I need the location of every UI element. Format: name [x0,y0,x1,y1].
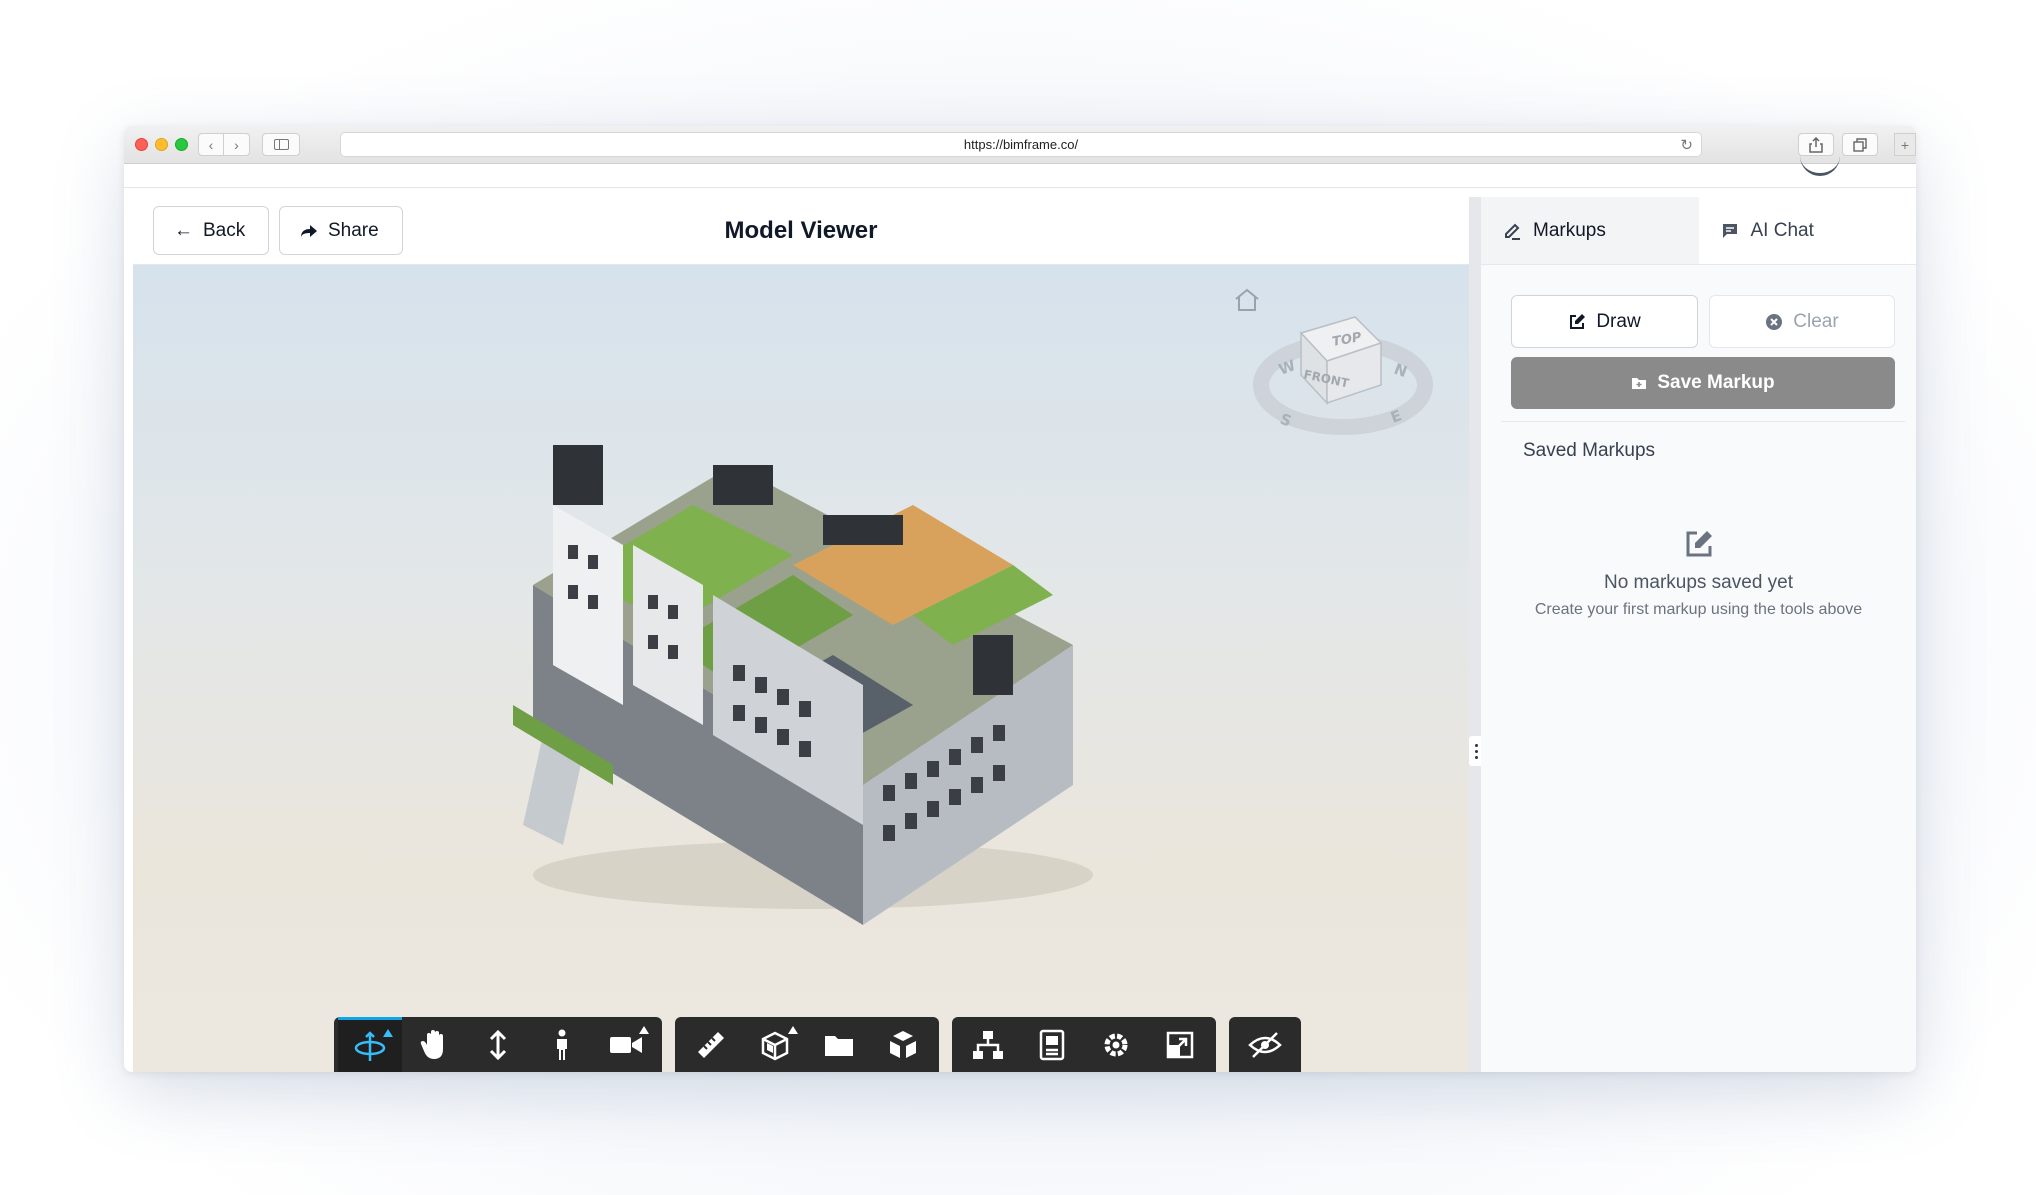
walk-tool-button[interactable] [530,1017,594,1072]
compass-n: N [1392,360,1410,381]
saved-markups-heading: Saved Markups [1523,440,1656,461]
plus-icon: + [1900,136,1910,153]
clear-circle-icon [1766,313,1783,330]
panel-splitter[interactable] [1469,197,1481,1072]
clear-button[interactable]: Clear [1709,295,1895,348]
url-text: https://bimframe.co/ [963,137,1079,152]
divider [1501,421,1905,422]
chat-icon [1722,223,1737,238]
camera-tool-button[interactable] [594,1017,658,1072]
tab-ai-chat-label: AI Chat [1750,219,1814,241]
section-icon [761,1031,789,1061]
settings-icon [1104,1033,1128,1057]
tab-markups[interactable]: Markups [1481,197,1699,264]
explode-tool-button[interactable] [871,1017,935,1072]
camera-icon [610,1037,642,1053]
browser-tabs-button[interactable] [1842,133,1878,156]
new-tab-button[interactable]: + [1894,133,1916,156]
submenu-indicator-icon [788,1026,798,1034]
reload-icon[interactable]: ↻ [1680,136,1693,154]
model-tree-icon [973,1031,1003,1059]
model-tree-button[interactable] [956,1017,1020,1072]
tab-ai-chat[interactable]: AI Chat [1699,197,1917,264]
toolbar-group-panels [952,1017,1216,1072]
viewer-toolbar [334,1017,1301,1072]
properties-icon [1039,1029,1065,1061]
edit-empty-icon [1686,531,1712,557]
share-icon [1809,136,1823,153]
settings-button[interactable] [1084,1017,1148,1072]
browser-chrome: ‹ › https://bimframe.co/ ↻ + [124,126,1916,164]
avatar[interactable] [1800,152,1840,176]
address-bar[interactable]: https://bimframe.co/ ↻ [340,132,1702,157]
save-icon [1632,378,1647,389]
draw-button[interactable]: Draw [1511,295,1698,348]
clear-label: Clear [1793,310,1839,332]
properties-button[interactable] [1020,1017,1084,1072]
measure-icon [698,1032,724,1058]
visibility-off-icon [1248,1032,1282,1058]
model-viewer: ← Back Share Model Viewer W N S E TOP FR… [133,197,1469,1072]
measure-tool-button[interactable] [679,1017,743,1072]
building-model[interactable] [493,405,1113,925]
folder-tool-button[interactable] [807,1017,871,1072]
fullscreen-icon [1166,1031,1194,1059]
toolbar-group-tools [675,1017,939,1072]
toolbar-group-navigation [334,1017,662,1072]
sidebar-icon [273,139,289,150]
zoom-window-button[interactable] [175,138,188,151]
toolbar-group-visibility [1229,1017,1301,1072]
browser-back-button[interactable]: ‹ [198,133,224,156]
panel-tabs: Markups AI Chat [1481,197,1916,265]
tab-markups-label: Markups [1533,219,1606,241]
orbit-tool-button[interactable] [338,1017,402,1072]
zoom-tool-button[interactable] [466,1017,530,1072]
save-markup-label: Save Markup [1657,372,1775,393]
browser-forward-button[interactable]: › [224,133,250,156]
submenu-indicator-icon [383,1029,393,1037]
tabs-icon [1853,137,1867,152]
walk-icon [557,1029,567,1060]
empty-state-subtitle: Create your first markup using the tools… [1534,601,1863,618]
zoom-icon [489,1029,507,1061]
edit-icon [1570,313,1586,329]
browser-sidebar-button[interactable] [262,133,300,156]
browser-window: ‹ › https://bimframe.co/ ↻ + ← Back Shar… [124,126,1916,1072]
page-title: Model Viewer [724,217,878,244]
3d-canvas[interactable]: W N S E TOP FRONT [133,265,1469,1072]
chevron-left-icon: ‹ [208,136,214,153]
orbit-icon [354,1030,386,1061]
chevron-right-icon: › [234,136,239,153]
minimize-window-button[interactable] [155,138,168,151]
viewer-header: ← Back Share Model Viewer [133,197,1469,265]
viewcube[interactable]: W N S E TOP FRONT [1253,303,1433,443]
draw-label: Draw [1596,310,1641,332]
folder-icon [825,1036,853,1056]
explode-icon [890,1031,916,1058]
markup-icon [1505,223,1520,240]
close-window-button[interactable] [135,138,148,151]
save-markup-button[interactable]: Save Markup [1511,357,1895,409]
markups-panel: Markups AI Chat Draw Clear Save Markup S… [1481,197,1916,1072]
app-top-bar [124,164,1916,188]
fullscreen-button[interactable] [1148,1017,1212,1072]
submenu-indicator-icon [639,1026,649,1034]
app-content: ← Back Share Model Viewer W N S E TOP FR… [124,188,1916,1072]
pan-tool-button[interactable] [402,1017,466,1072]
empty-state-title: No markups saved yet [1603,572,1794,593]
visibility-toggle-button[interactable] [1233,1017,1297,1072]
section-tool-button[interactable] [743,1017,807,1072]
pan-icon [420,1030,443,1059]
